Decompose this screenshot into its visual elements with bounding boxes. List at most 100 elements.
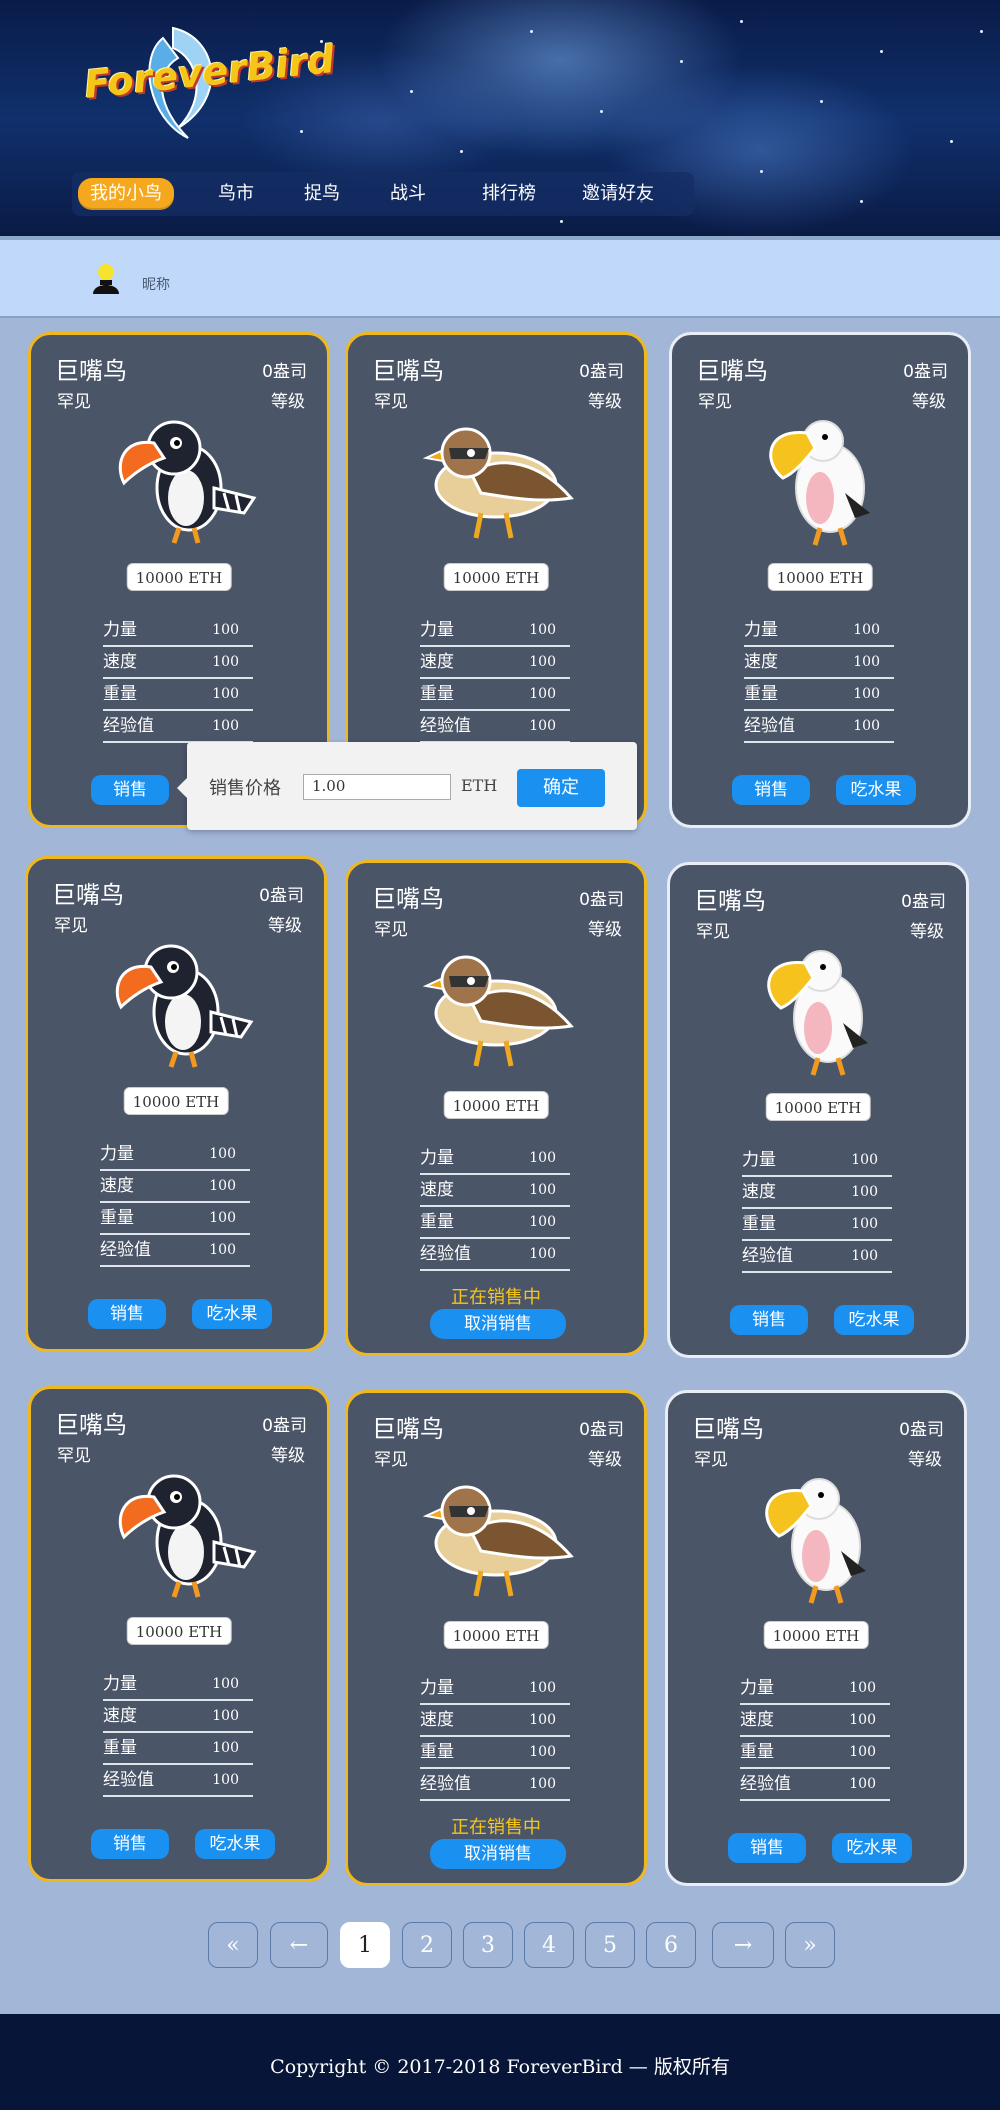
stat-row: 力量 100 [742,1145,892,1177]
sell-button[interactable]: 销售 [91,1829,169,1859]
stat-value: 100 [529,1182,556,1198]
nav-my-birds[interactable]: 我的小鸟 [78,178,174,210]
stat-row: 经验值 100 [100,1235,250,1267]
page-3-button[interactable]: 3 [463,1922,513,1968]
stat-row: 重量 100 [420,1737,570,1769]
stat-label: 经验值 [742,1246,793,1266]
stat-row: 速度 100 [744,647,894,679]
stat-row: 速度 100 [420,1705,570,1737]
stat-value: 100 [212,622,239,638]
bird-rarity: 罕见 [54,916,88,936]
nav-invite-friends[interactable]: 邀请好友 [582,178,654,210]
bird-name: 巨嘴鸟 [372,357,444,385]
stat-label: 重量 [420,1742,454,1762]
stat-value: 100 [851,1216,878,1232]
nav-battle[interactable]: 战斗 [390,178,426,210]
stat-label: 速度 [740,1710,774,1730]
confirm-button[interactable]: 确定 [517,769,605,807]
page-6-button[interactable]: 6 [646,1922,696,1968]
sell-price-label: 销售价格 [209,778,281,799]
bird-name: 巨嘴鸟 [52,881,124,909]
cancel-sale-button[interactable]: 取消销售 [430,1309,566,1339]
stat-row: 经验值 100 [742,1241,892,1273]
stat-label: 力量 [103,1674,137,1694]
sell-button[interactable]: 销售 [730,1305,808,1335]
page-5-button[interactable]: 5 [585,1922,635,1968]
sell-price-input[interactable]: 1.00 [303,774,451,800]
eat-fruit-button[interactable]: 吃水果 [192,1299,272,1329]
stat-value: 100 [209,1210,236,1226]
bird-rarity: 罕见 [374,1450,408,1470]
stat-value: 100 [529,1712,556,1728]
bird-card[interactable]: 巨嘴鸟 罕见 0盎司 等级 10000 ETH 力量 100 速度 100 重量 100 经验值 100… [25,856,327,1352]
stat-row: 力量 100 [103,615,253,647]
stat-label: 重量 [100,1208,134,1228]
nav-bird-market[interactable]: 鸟市 [218,178,254,210]
stat-row: 经验值 100 [103,1765,253,1797]
stat-value: 100 [851,1184,878,1200]
stat-label: 速度 [103,652,137,672]
sell-button[interactable]: 销售 [88,1299,166,1329]
toucan-image [94,403,264,553]
eat-fruit-button[interactable]: 吃水果 [836,775,916,805]
sell-button[interactable]: 销售 [91,775,169,805]
bird-name: 巨嘴鸟 [55,1411,127,1439]
page-last-button[interactable]: » [785,1922,835,1968]
cancel-sale-button[interactable]: 取消销售 [430,1839,566,1869]
stat-label: 经验值 [100,1240,151,1260]
stat-label: 经验值 [740,1774,791,1794]
bird-card[interactable]: 巨嘴鸟 罕见 0盎司 等级 10000 ETH 力量 100 速度 100 重量 100 经验值 100… [28,1386,330,1882]
bird-weight: 0盎司 [903,362,948,382]
stat-label: 经验值 [744,716,795,736]
bird-card[interactable]: 巨嘴鸟 罕见 0盎司 等级 10000 ETH 力量 100 速度 100 重量 100 经验值 100… [345,1390,647,1886]
stat-label: 重量 [740,1742,774,1762]
stat-row: 力量 100 [740,1673,890,1705]
bird-weight: 0盎司 [579,1420,624,1440]
stat-value: 100 [529,622,556,638]
stat-value: 100 [529,654,556,670]
stat-label: 经验值 [103,716,154,736]
eat-fruit-button[interactable]: 吃水果 [195,1829,275,1859]
page-prev-button[interactable]: ← [270,1922,328,1968]
page-1-button[interactable]: 1 [340,1922,390,1968]
avatar[interactable] [90,262,122,296]
stat-row: 速度 100 [420,647,570,679]
bird-weight: 0盎司 [262,1416,307,1436]
sell-button[interactable]: 销售 [728,1833,806,1863]
stat-label: 速度 [103,1706,137,1726]
nickname[interactable]: 昵称 [142,274,170,294]
stat-row: 力量 100 [420,1673,570,1705]
bird-card[interactable]: 巨嘴鸟 罕见 0盎司 等级 10000 ETH 力量 100 速度 100 重量 100 经验值 100… [665,1390,967,1886]
bird-card[interactable]: 巨嘴鸟 罕见 0盎司 等级 10000 ETH 力量 100 速度 100 重量 100 经验值 100… [345,860,647,1356]
page-2-button[interactable]: 2 [402,1922,452,1968]
stat-label: 速度 [420,1710,454,1730]
stat-row: 重量 100 [100,1203,250,1235]
stat-value: 100 [853,654,880,670]
nav-leaderboard[interactable]: 排行榜 [482,178,536,210]
page-4-button[interactable]: 4 [524,1922,574,1968]
price-tag: 10000 ETH [123,1087,229,1115]
on-sale-status: 正在销售中 [451,1817,541,1838]
eat-fruit-button[interactable]: 吃水果 [832,1833,912,1863]
toucan-image [94,1457,264,1607]
stat-value: 100 [529,1150,556,1166]
stat-label: 经验值 [103,1770,154,1790]
nav-catch-bird[interactable]: 捉鸟 [304,178,340,210]
stat-value: 100 [529,1776,556,1792]
eat-fruit-button[interactable]: 吃水果 [834,1305,914,1335]
sell-button[interactable]: 销售 [732,775,810,805]
stats-table: 力量 100 速度 100 重量 100 经验值 100 [420,1673,570,1801]
bird-card[interactable]: 巨嘴鸟 罕见 0盎司 等级 10000 ETH 力量 100 速度 100 重量 100 经验值 100… [667,862,969,1358]
stat-row: 力量 100 [100,1139,250,1171]
bird-card[interactable]: 巨嘴鸟 罕见 0盎司 等级 10000 ETH 力量 100 速度 100 重量 100 经验值 100… [669,332,971,828]
bird-level: 等级 [912,392,946,412]
pelican-image [735,403,905,553]
stat-row: 重量 100 [740,1737,890,1769]
page-first-button[interactable]: « [208,1922,258,1968]
price-tag: 10000 ETH [765,1093,871,1121]
stat-row: 重量 100 [103,679,253,711]
stat-row: 重量 100 [742,1209,892,1241]
page-next-button[interactable]: → [712,1922,774,1968]
bird-rarity: 罕见 [374,392,408,412]
stat-row: 力量 100 [744,615,894,647]
